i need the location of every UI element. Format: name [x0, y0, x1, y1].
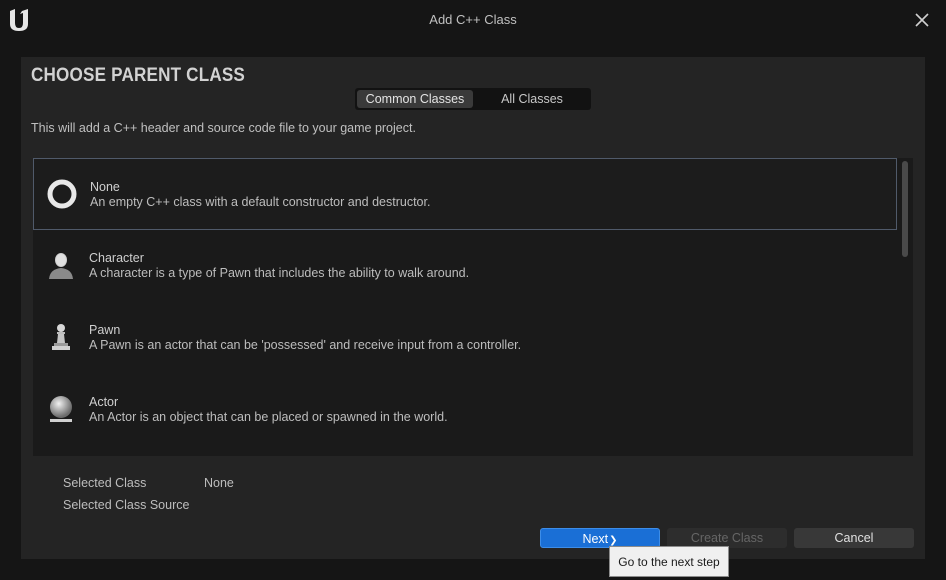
list-item-actor[interactable]: Actor An Actor is an object that can be … [33, 374, 897, 446]
chevron-right-icon: ❯ [609, 535, 618, 546]
class-description: An Actor is an object that can be placed… [89, 410, 448, 424]
class-name: None [90, 180, 120, 194]
next-button-label: Next [582, 532, 609, 546]
tab-all-classes[interactable]: All Classes [475, 90, 589, 108]
window-title: Add C++ Class [429, 12, 517, 27]
list-item-none[interactable]: None An empty C++ class with a default c… [33, 158, 897, 230]
close-icon [915, 13, 929, 27]
selected-class-value: None [204, 476, 234, 490]
tab-common-classes[interactable]: Common Classes [357, 90, 473, 108]
class-name: Character [89, 251, 144, 265]
next-button-tooltip: Go to the next step [609, 546, 729, 577]
class-name: Actor [89, 395, 119, 409]
pawn-icon [45, 321, 77, 353]
selected-class-source-label: Selected Class Source [63, 498, 190, 512]
close-button[interactable] [912, 9, 932, 31]
list-scrollbar[interactable] [902, 161, 908, 257]
empty-ring-icon [46, 178, 78, 210]
selected-class-label: Selected Class [63, 476, 147, 490]
cancel-button[interactable]: Cancel [794, 528, 914, 548]
dialog-description: This will add a C++ header and source co… [31, 121, 416, 135]
page-title: CHOOSE PARENT CLASS [31, 65, 246, 86]
class-description: A Pawn is an actor that can be 'possesse… [89, 338, 522, 352]
class-filter-tabs: Common Classes All Classes [355, 88, 591, 110]
next-button[interactable]: Next❯ [540, 528, 660, 548]
class-description: A character is a type of Pawn that inclu… [89, 266, 470, 280]
actor-sphere-icon [45, 393, 77, 425]
title-bar: Add C++ Class [0, 0, 946, 40]
dialog-panel: CHOOSE PARENT CLASS Common Classes All C… [21, 57, 925, 559]
class-name: Pawn [89, 323, 121, 337]
parent-class-list[interactable]: None An empty C++ class with a default c… [33, 158, 913, 456]
list-item-character[interactable]: Character A character is a type of Pawn … [33, 230, 897, 302]
character-icon [45, 249, 77, 281]
create-class-button[interactable]: Create Class [667, 528, 787, 548]
class-description: An empty C++ class with a default constr… [90, 195, 431, 209]
list-item-pawn[interactable]: Pawn A Pawn is an actor that can be 'pos… [33, 302, 897, 374]
